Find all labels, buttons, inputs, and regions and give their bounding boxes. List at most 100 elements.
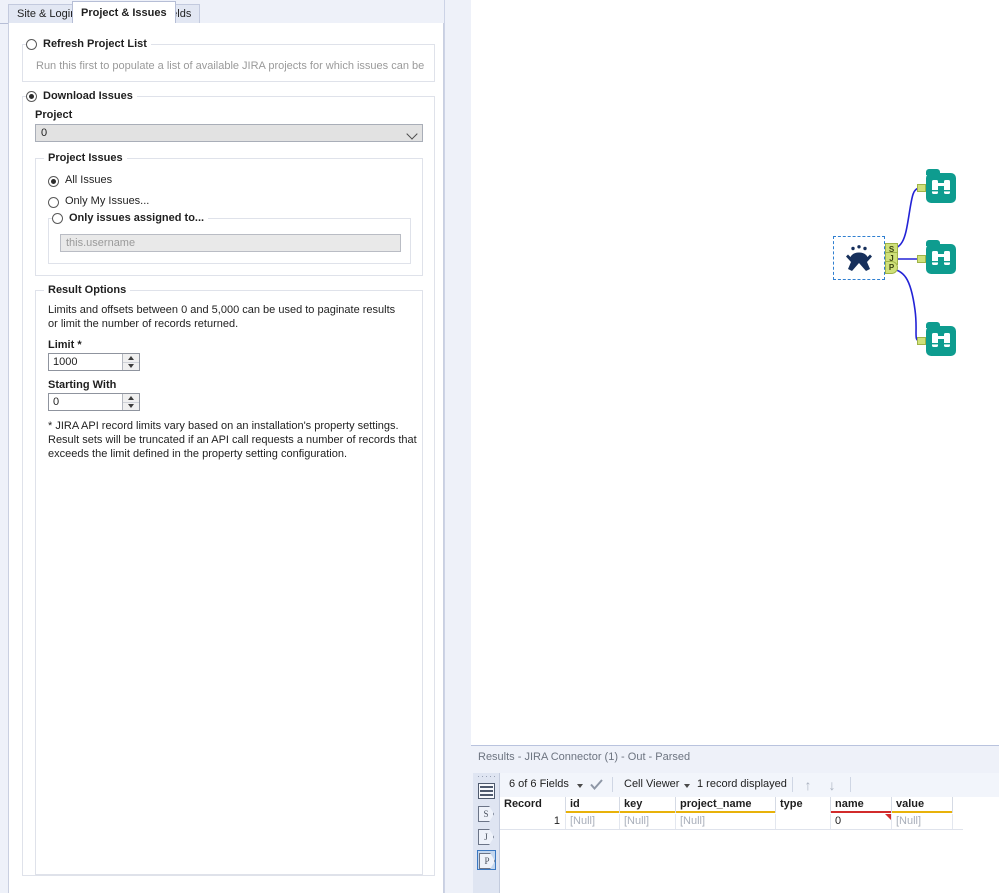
column-type-underline [831, 811, 891, 813]
project-dropdown[interactable]: 0 [35, 124, 423, 142]
column-type-underline [892, 811, 952, 813]
binoculars-icon [931, 179, 951, 197]
results-grid[interactable]: Record id key project_name type name [500, 797, 999, 893]
chevron-down-icon[interactable] [684, 784, 690, 788]
starting-with-value: 0 [53, 396, 59, 408]
only-issues-assigned-radio[interactable] [52, 213, 63, 224]
username-input-placeholder: this.username [66, 237, 135, 249]
column-header-id[interactable]: id [566, 797, 620, 813]
output-anchor-p[interactable]: P [885, 261, 898, 274]
rail-tab-s[interactable]: S [477, 804, 496, 824]
toolbar-separator-2 [792, 777, 793, 792]
tab-label: Site & Login [17, 8, 76, 20]
starting-with-stepper-down[interactable] [123, 402, 139, 410]
panel-divider[interactable] [444, 0, 472, 893]
column-header-key[interactable]: key [620, 797, 676, 813]
jira-connector-node[interactable]: S J P [833, 236, 885, 280]
result-options-group: Result Options Limits and offsets betwee… [35, 290, 423, 875]
cell-error-marker [885, 814, 891, 820]
column-header-type[interactable]: type [776, 797, 831, 813]
record-count-label: 1 record displayed [697, 778, 787, 790]
browse-tool-3[interactable] [926, 326, 956, 356]
browse-tool-1[interactable] [926, 173, 956, 203]
tab-project-and-issues[interactable]: Project & Issues [72, 1, 176, 23]
table-row[interactable]: [Null] [566, 814, 620, 829]
alteryx-window: Site & Login Project & Issues Fields Ref… [0, 0, 999, 893]
download-issues-legend: Download Issues [27, 90, 137, 102]
workflow-canvas[interactable]: S J P [471, 0, 999, 745]
toolbar-separator-3 [850, 777, 851, 792]
rail-grip-icon [478, 776, 495, 780]
starting-with-label: Starting With [48, 379, 116, 391]
column-header-project-name[interactable]: project_name [676, 797, 776, 813]
column-header-value[interactable]: value [892, 797, 953, 813]
project-label: Project [35, 109, 72, 121]
rail-tab-j[interactable]: J [477, 827, 496, 847]
refresh-project-list-hint: Run this first to populate a list of ava… [36, 59, 426, 73]
limit-stepper-buttons[interactable] [122, 354, 139, 370]
username-input[interactable]: this.username [60, 234, 401, 252]
column-type-underline [566, 811, 619, 813]
project-issues-legend: Project Issues [44, 152, 127, 164]
browse-tool-2[interactable] [926, 244, 956, 274]
project-issues-group: Project Issues All Issues Only My Issues… [35, 158, 423, 276]
table-row[interactable]: 1 [500, 814, 566, 829]
only-my-issues-label: Only My Issues... [65, 195, 149, 207]
download-issues-radio[interactable] [26, 91, 37, 102]
table-row[interactable]: [Null] [892, 814, 953, 829]
only-issues-assigned-legend: Only issues assigned to... [53, 212, 208, 224]
starting-with-stepper-buttons[interactable] [122, 394, 139, 410]
binoculars-icon [931, 332, 951, 350]
tab-label: Project & Issues [81, 7, 167, 19]
checkmark-icon[interactable] [590, 779, 603, 790]
table-row[interactable]: 0 [831, 814, 892, 829]
arrow-up-icon[interactable]: ↑ [802, 777, 814, 793]
refresh-project-list-radio[interactable] [26, 39, 37, 50]
config-panel-body: Refresh Project List Run this first to p… [8, 23, 444, 893]
results-toolbar: 6 of 6 Fields Cell Viewer 1 record displ… [500, 773, 999, 798]
jira-person-icon [844, 245, 874, 273]
limit-label: Limit * [48, 339, 82, 351]
limit-stepper-down[interactable] [123, 362, 139, 370]
only-issues-assigned-group: Only issues assigned to... this.username [48, 218, 411, 264]
fields-selector-label[interactable]: 6 of 6 Fields [509, 778, 569, 790]
column-type-underline [676, 811, 775, 813]
only-my-issues-radio[interactable] [48, 197, 59, 208]
chevron-down-icon [406, 128, 417, 139]
column-header-name[interactable]: name [831, 797, 892, 813]
limit-stepper[interactable]: 1000 [48, 353, 140, 371]
refresh-project-list-group: Refresh Project List Run this first to p… [22, 44, 435, 82]
connection-lines [471, 0, 999, 745]
chevron-down-icon[interactable] [577, 784, 583, 788]
config-tab-strip: Site & Login Project & Issues Fields [0, 0, 444, 24]
arrow-down-icon[interactable]: ↓ [826, 777, 838, 793]
all-issues-label: All Issues [65, 174, 112, 186]
column-header-record[interactable]: Record [500, 797, 566, 813]
column-type-underline [620, 811, 675, 813]
configuration-panel: Site & Login Project & Issues Fields Ref… [0, 0, 444, 893]
binoculars-icon [931, 250, 951, 268]
result-options-footnote: * JIRA API record limits vary based on a… [48, 419, 418, 461]
results-rail: S J P [473, 773, 500, 893]
project-dropdown-value: 0 [41, 127, 47, 139]
table-row[interactable]: [Null] [676, 814, 776, 829]
refresh-project-list-legend: Refresh Project List [27, 38, 151, 50]
table-row[interactable]: [Null] [620, 814, 676, 829]
browse-1-input-port[interactable] [917, 184, 926, 192]
cell-viewer-label[interactable]: Cell Viewer [624, 778, 679, 790]
grid-icon[interactable] [478, 783, 495, 799]
starting-with-stepper[interactable]: 0 [48, 393, 140, 411]
results-title: Results - JIRA Connector (1) - Out - Par… [478, 751, 690, 763]
results-panel: Results - JIRA Connector (1) - Out - Par… [471, 745, 999, 893]
result-options-description: Limits and offsets between 0 and 5,000 c… [48, 303, 406, 331]
rail-tab-p[interactable]: P [477, 850, 496, 870]
grid-row-separator [500, 829, 963, 830]
all-issues-radio[interactable] [48, 176, 59, 187]
download-issues-group: Download Issues Project 0 Project Issues… [22, 96, 435, 876]
result-options-legend: Result Options [44, 284, 130, 296]
table-row[interactable] [776, 814, 831, 829]
toolbar-separator-1 [612, 777, 613, 792]
browse-2-input-port[interactable] [917, 255, 926, 263]
browse-3-input-port[interactable] [917, 337, 926, 345]
limit-value: 1000 [53, 356, 77, 368]
